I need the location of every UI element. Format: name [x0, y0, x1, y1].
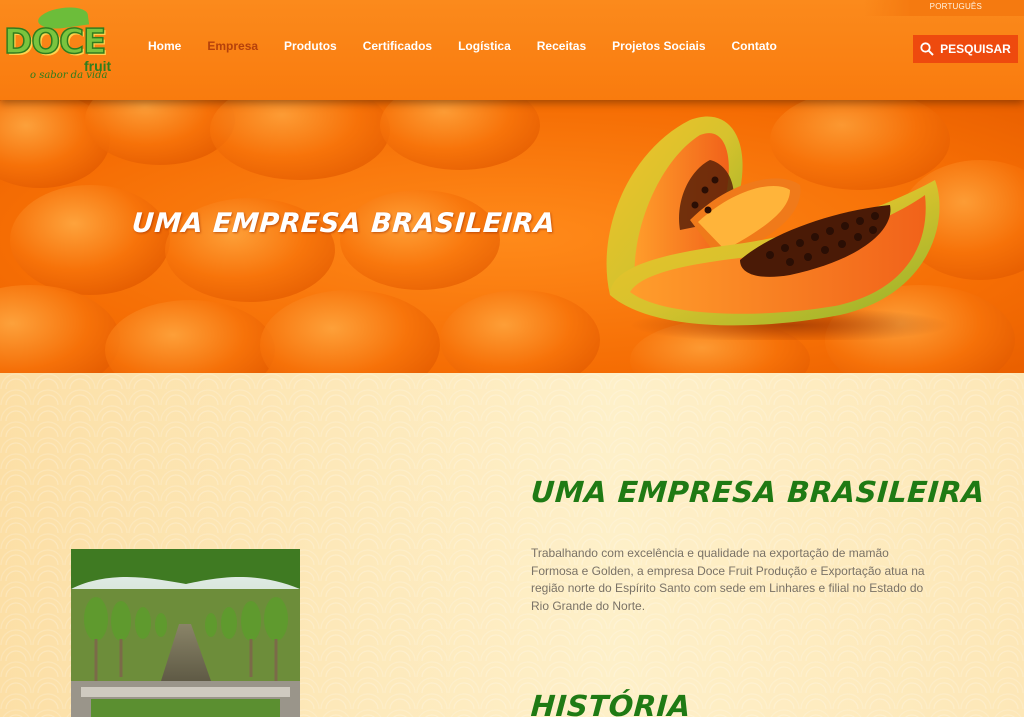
papaya-half-icon [606, 116, 950, 340]
search-label: PESQUISAR [940, 42, 1011, 56]
nav-item-logistica[interactable]: Logística [458, 39, 511, 53]
main-content: UMA EMPRESA BRASILEIRA Trabalhando com e… [0, 373, 1024, 717]
section-title-empresa: UMA EMPRESA BRASILEIRA [529, 475, 987, 509]
doce-fruit-logo[interactable]: DOCE fruit o sabor da vida [3, 4, 129, 88]
nav-item-projetos-sociais[interactable]: Projetos Sociais [612, 39, 705, 53]
section-title-historia: HISTÓRIA [529, 689, 693, 717]
nav-item-produtos[interactable]: Produtos [284, 39, 337, 53]
section-description: Trabalhando com excelência e qualidade n… [531, 546, 925, 613]
nav-item-certificados[interactable]: Certificados [363, 39, 432, 53]
language-selector[interactable]: PORTUGUÊS [930, 2, 982, 11]
search-icon [920, 42, 934, 56]
hero-banner: UMA EMPRESA BRASILEIRA [0, 100, 1024, 373]
nav-item-home[interactable]: Home [148, 39, 181, 53]
site-header: PORTUGUÊS DOCE fruit o sabor da vida Hom… [0, 0, 1024, 100]
logo-word: DOCE [3, 21, 107, 63]
main-nav: Home Empresa Produtos Certificados Logís… [148, 39, 803, 53]
nav-item-receitas[interactable]: Receitas [537, 39, 586, 53]
logo-tagline: o sabor da vida [30, 70, 108, 81]
search-button[interactable]: PESQUISAR [913, 35, 1018, 63]
nav-item-empresa[interactable]: Empresa [207, 39, 258, 53]
nav-item-contato[interactable]: Contato [732, 39, 777, 53]
language-bar: PORTUGUÊS [864, 0, 1024, 16]
hero-title: UMA EMPRESA BRASILEIRA [130, 208, 557, 239]
papaya-plantation-photo [71, 549, 300, 717]
